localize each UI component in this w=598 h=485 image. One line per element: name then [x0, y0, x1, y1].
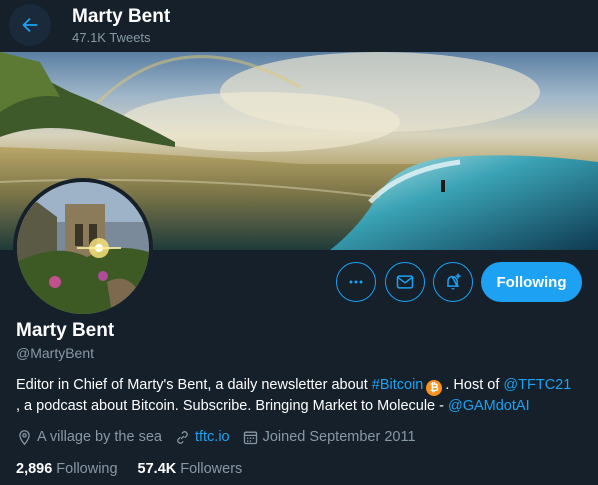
following-count: 2,896 [16, 461, 53, 477]
more-button[interactable] [336, 262, 376, 302]
calendar-icon [243, 431, 257, 444]
following-label: Following [56, 461, 118, 477]
avatar[interactable] [13, 178, 153, 318]
website[interactable]: tftc.io [174, 429, 230, 446]
tweet-count: 47.1K Tweets [72, 30, 151, 45]
profile-meta: A village by the sea tftc.io Joined Sept… [16, 427, 428, 447]
back-button[interactable] [9, 4, 51, 46]
profile-handle: @MartyBent [16, 345, 95, 361]
following-button[interactable]: Following [481, 262, 582, 302]
followers-count: 57.4K [137, 461, 177, 477]
profile-stats: 2,896 Following 57.4K Followers [16, 459, 262, 479]
followers-label: Followers [180, 461, 243, 477]
bio-text: Editor in Chief of Marty's Bent, a daily… [16, 377, 372, 393]
header-title: Marty Bent [72, 6, 171, 27]
website-link[interactable]: tftc.io [195, 429, 230, 445]
arrow-left-icon [22, 17, 38, 33]
profile-bio: Editor in Chief of Marty's Bent, a daily… [16, 375, 582, 417]
following-stat[interactable]: 2,896 Following [16, 461, 118, 477]
profile-header: Marty Bent 47.1K Tweets [0, 0, 598, 52]
profile-name: Marty Bent [16, 320, 115, 341]
hashtag-link[interactable]: #Bitcoin [372, 377, 424, 393]
bio-text: , a podcast about Bitcoin. Subscribe. Br… [16, 398, 448, 414]
mention-link[interactable]: @TFTC21 [503, 377, 571, 393]
message-button[interactable] [385, 262, 425, 302]
notifications-button[interactable] [433, 262, 473, 302]
bio-text: . Host of [445, 377, 504, 393]
link-icon [177, 430, 188, 444]
location-pin-icon [19, 429, 30, 445]
location: A village by the sea [16, 429, 162, 446]
mention-link[interactable]: @GAMdotAI [448, 398, 530, 414]
join-date: Joined September 2011 [242, 429, 416, 446]
more-horizontal-icon [349, 280, 363, 284]
followers-stat[interactable]: 57.4K Followers [138, 461, 243, 477]
bitcoin-emoji-icon: ₿ [426, 380, 443, 396]
bell-plus-icon [447, 273, 461, 290]
join-date-text: Joined September 2011 [262, 429, 416, 445]
envelope-icon [396, 275, 414, 289]
location-text: A village by the sea [37, 429, 162, 445]
